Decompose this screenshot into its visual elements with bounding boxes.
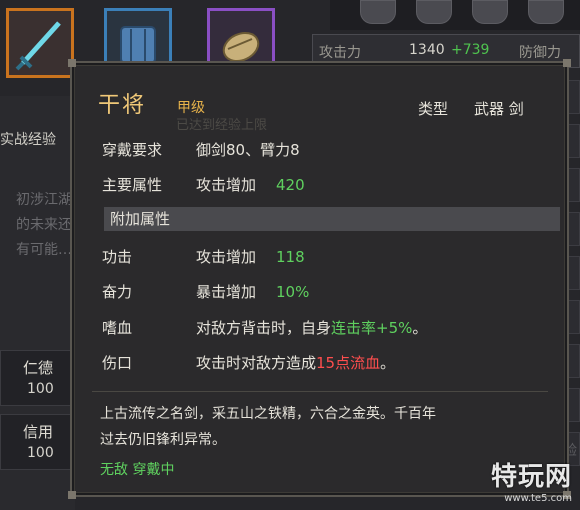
tooltip-corner bbox=[563, 59, 571, 67]
top-right-frame bbox=[330, 0, 580, 30]
equip-slot-weapon[interactable] bbox=[6, 8, 74, 78]
stat-bonus: +739 bbox=[451, 42, 490, 58]
main-attr-number: 420 bbox=[276, 176, 305, 194]
description-line: 过去仍旧锋利异常。 bbox=[100, 432, 226, 448]
extra-attr-header: 附加属性 bbox=[104, 207, 560, 231]
frame-knob bbox=[472, 0, 508, 24]
special-effect: 攻击时对敌方造成15点流血。 bbox=[196, 354, 395, 372]
stat-value: 1340 bbox=[409, 42, 445, 58]
special-text: 攻击时对敌方造成 bbox=[196, 354, 317, 372]
main-attr-label: 主要属性 bbox=[102, 176, 163, 194]
special-label: 嗜血 bbox=[102, 319, 133, 337]
special-text: 。 bbox=[412, 319, 428, 337]
requirement-label: 穿戴要求 bbox=[102, 141, 163, 159]
left-panel: 实战经验 初涉江湖的… 的未来还… 有可能… 仁德 100 信用 100 bbox=[0, 96, 100, 510]
equip-status: 无敌 穿戴中 bbox=[100, 462, 175, 478]
stat-box-rende: 仁德 100 bbox=[0, 350, 75, 406]
tooltip-corner bbox=[68, 59, 76, 67]
stat-label: 攻击力 bbox=[319, 45, 361, 61]
watermark-url: www.te5.com bbox=[504, 493, 572, 504]
requirement-value: 御剑80、臂力8 bbox=[196, 141, 300, 159]
stat-label: 防御力 bbox=[519, 45, 561, 61]
extra-attr-value: 攻击增加 bbox=[196, 248, 257, 266]
sword-icon bbox=[15, 21, 61, 71]
main-attr-value: 攻击增加 bbox=[196, 176, 257, 194]
type-label: 类型 bbox=[418, 100, 449, 118]
stat-box-xinyong: 信用 100 bbox=[0, 414, 75, 470]
description-line: 上古流传之名剑，采五山之铁精，六合之金英。千百年 bbox=[100, 406, 436, 422]
extra-attr-number: 118 bbox=[276, 248, 305, 266]
left-label: 有可能… bbox=[16, 242, 72, 258]
stat-box-value: 100 bbox=[27, 445, 54, 461]
faded-hint: 已达到经验上限 bbox=[176, 118, 268, 133]
watermark: 特玩网 www.te5.com bbox=[491, 456, 572, 504]
frame-knob bbox=[416, 0, 452, 24]
item-name: 干将 bbox=[98, 93, 147, 118]
left-label: 实战经验 bbox=[0, 132, 56, 148]
special-highlight: 连击率+5% bbox=[331, 319, 413, 337]
special-highlight: 15点流血 bbox=[316, 354, 381, 372]
item-tooltip: 干将 甲级 已达到经验上限 类型 武器 剑 穿戴要求 御剑80、臂力8 主要属性… bbox=[68, 59, 571, 499]
divider bbox=[92, 391, 548, 392]
special-effect: 对敌方背击时，自身连击率+5%。 bbox=[196, 319, 427, 337]
extra-attr-number: 10% bbox=[276, 283, 310, 301]
extra-attr-title: 附加属性 bbox=[110, 210, 171, 228]
type-value: 武器 剑 bbox=[474, 100, 524, 118]
stat-box-label: 仁德 bbox=[23, 359, 54, 377]
item-grade: 甲级 bbox=[177, 100, 205, 116]
extra-attr-label: 功击 bbox=[102, 248, 133, 266]
tooltip-corner bbox=[68, 491, 76, 499]
watermark-logo: 特玩网 bbox=[490, 462, 572, 492]
extra-attr-value: 暴击增加 bbox=[196, 283, 257, 301]
special-label: 伤口 bbox=[102, 354, 133, 372]
special-text: 。 bbox=[380, 354, 396, 372]
extra-attr-label: 奋力 bbox=[102, 283, 133, 301]
frame-knob bbox=[528, 0, 564, 24]
stat-box-label: 信用 bbox=[23, 423, 54, 441]
stat-box-value: 100 bbox=[27, 381, 54, 397]
special-text: 对敌方背击时，自身 bbox=[196, 319, 332, 337]
frame-knob bbox=[360, 0, 396, 24]
